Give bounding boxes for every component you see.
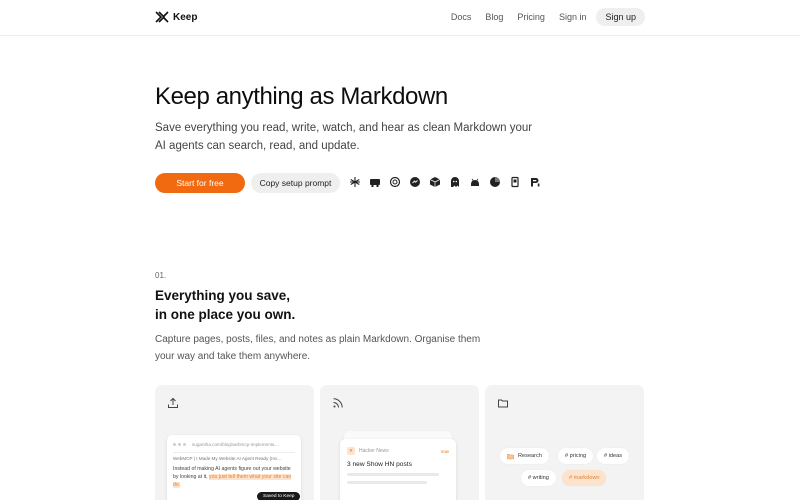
tag-ideas[interactable]: # ideas (597, 448, 630, 464)
page-title: WebMCP | I Made My Website AI Agent Read… (173, 456, 282, 461)
nav-link-docs[interactable]: Docs (451, 8, 472, 26)
sign-up-button[interactable]: Sign up (596, 8, 645, 26)
capture-card: sugantha.com/blog/webmcp-implementa… Web… (155, 385, 314, 500)
android-icon (469, 176, 481, 188)
window-dot (173, 442, 176, 446)
bookmark-icon (509, 176, 521, 188)
feed-item: Y Hacker News now 3 new Show HN posts (340, 439, 456, 500)
start-for-free-button[interactable]: Start for free (155, 173, 245, 193)
folder-icon (498, 399, 508, 408)
asterisk-icon (349, 176, 361, 188)
saved-to-keep-toast: Saved to Keep (257, 492, 301, 500)
nav-link-sign-in[interactable]: Sign in (559, 8, 587, 26)
tag-research[interactable]: Research (500, 448, 549, 464)
raycast-icon (369, 176, 381, 188)
section-title-line-1: Everything you save, (155, 288, 291, 303)
window-dot (178, 442, 181, 446)
upload-icon (168, 397, 178, 408)
feed-status: now (440, 448, 449, 454)
page-excerpt: Instead of making AI agents figure out y… (173, 465, 295, 489)
copy-setup-prompt-button[interactable]: Copy setup prompt (251, 173, 340, 193)
folder-icon (507, 453, 514, 459)
rss-icon (333, 398, 343, 408)
tag-markdown[interactable]: # markdown (562, 470, 607, 486)
window-dot (183, 442, 186, 446)
hero-title: Keep anything as Markdown (155, 83, 448, 110)
feeds-card: Y Hacker News now 3 new Show HN posts (320, 385, 479, 500)
hacker-news-badge: Y (347, 447, 355, 455)
placeholder-line (347, 473, 439, 476)
organise-card: Research # pricing # ideas # writing # m… (485, 385, 644, 500)
feed-source: Hacker News (359, 448, 389, 454)
section-number: 01. (155, 271, 167, 280)
feed-title: 3 new Show HN posts (347, 461, 412, 468)
section-title-line-2: in one place you own. (155, 307, 296, 322)
openai-icon (389, 176, 401, 188)
tag-writing[interactable]: # writing (521, 470, 556, 486)
tag-pricing[interactable]: # pricing (558, 448, 594, 464)
placeholder-line (347, 481, 427, 484)
browser-preview: sugantha.com/blog/webmcp-implementa… Web… (167, 435, 301, 500)
integration-icons (349, 176, 541, 188)
hero-subtitle: Save everything you read, write, watch, … (155, 122, 533, 152)
box-icon (429, 176, 441, 188)
nav-links: Docs Blog Pricing Sign in Sign up (451, 8, 645, 26)
brand-name: Keep (173, 11, 198, 23)
keep-logo-icon (155, 11, 169, 23)
section-title: Everything you save, in one place you ow… (155, 286, 295, 324)
brand-logo[interactable]: Keep (155, 10, 197, 24)
browser-url: sugantha.com/blog/webmcp-implementa… (192, 441, 280, 447)
messenger-icon (409, 176, 421, 188)
pie-icon (489, 176, 501, 188)
ghost-icon (449, 176, 461, 188)
top-nav: Keep Docs Blog Pricing Sign in Sign up (0, 0, 800, 36)
pi-icon (529, 176, 541, 188)
nav-link-blog[interactable]: Blog (485, 8, 503, 26)
divider (173, 452, 295, 453)
tag-label: Research (518, 453, 542, 459)
nav-link-pricing[interactable]: Pricing (517, 8, 545, 26)
section-description: Capture pages, posts, files, and notes a… (155, 334, 481, 362)
